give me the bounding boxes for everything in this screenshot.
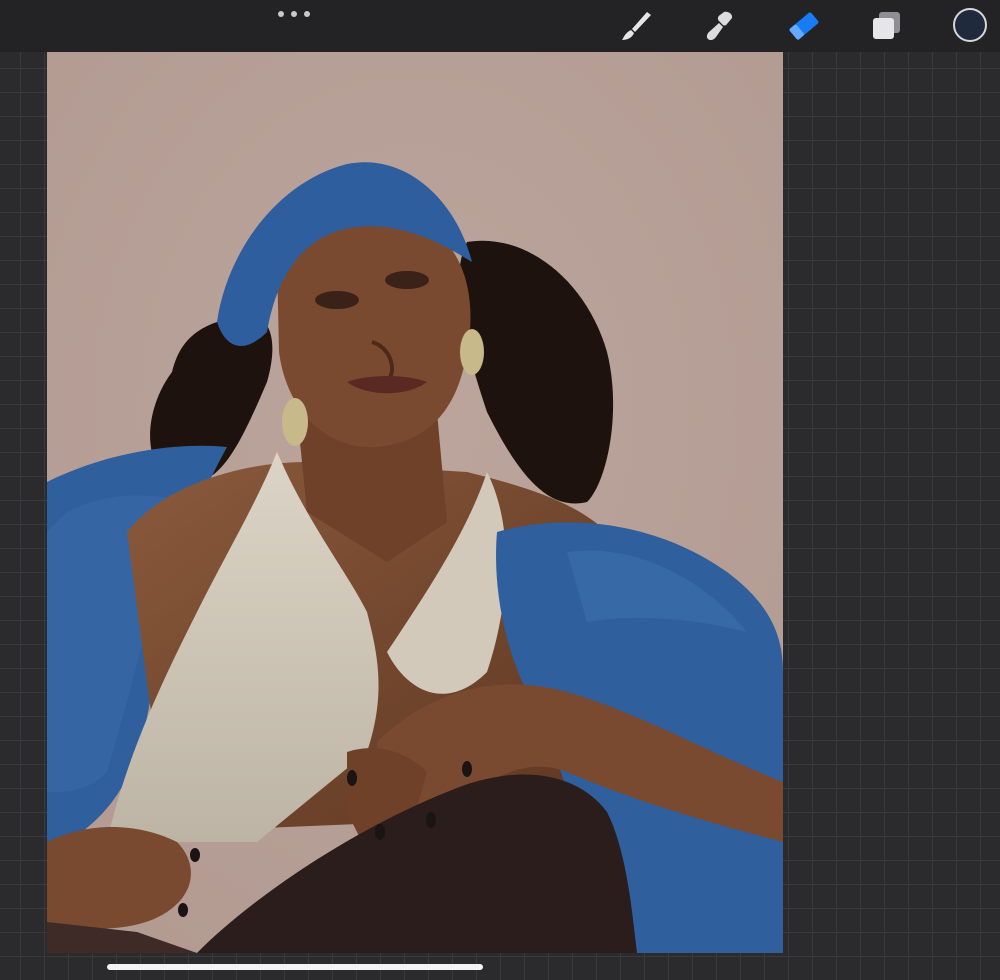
- drawing-canvas[interactable]: [47, 52, 783, 953]
- layers-icon: [873, 12, 900, 39]
- eraser-tool-button[interactable]: [786, 8, 822, 44]
- smudge-tool-button[interactable]: [702, 8, 738, 44]
- more-dots-icon: [278, 11, 284, 17]
- home-indicator[interactable]: [107, 964, 483, 970]
- smudge-icon: [706, 11, 733, 41]
- brush-tool-button[interactable]: [618, 8, 654, 44]
- artwork-image: [47, 52, 783, 953]
- color-picker-button[interactable]: [953, 8, 987, 42]
- top-toolbar: [0, 0, 1000, 52]
- more-options-button[interactable]: [278, 6, 310, 22]
- brush-icon: [622, 12, 651, 40]
- eraser-icon: [789, 12, 819, 40]
- layers-tool-button[interactable]: [868, 8, 904, 44]
